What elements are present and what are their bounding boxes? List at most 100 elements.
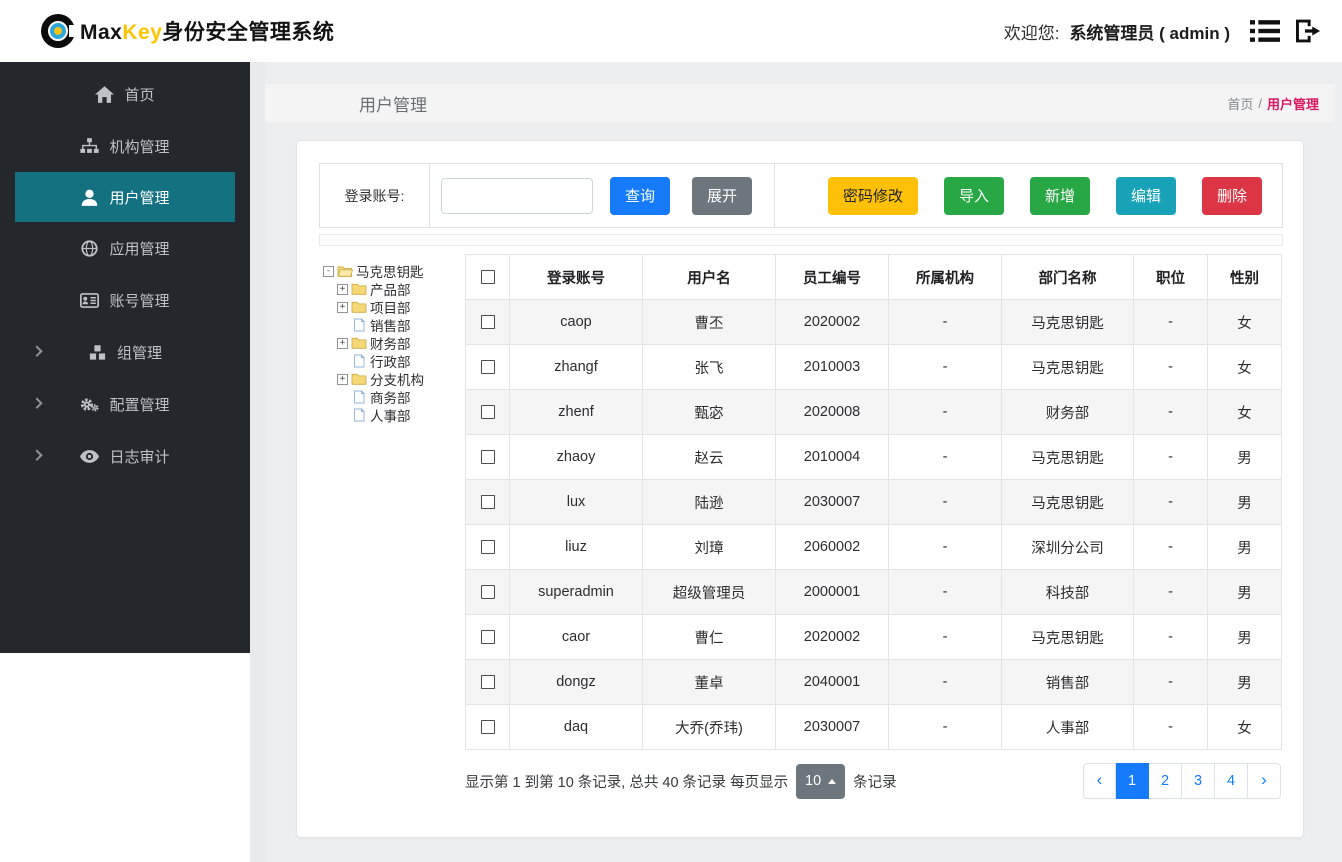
- sidebar-item-home[interactable]: 首页: [0, 68, 250, 120]
- action-button-2[interactable]: 新增: [1029, 176, 1090, 215]
- sidebar-item-idcard[interactable]: 账号管理: [0, 274, 250, 326]
- row-checkbox[interactable]: [480, 495, 495, 510]
- row-checkbox[interactable]: [480, 405, 495, 420]
- table-cell: 2020002: [775, 614, 889, 660]
- page-button-4[interactable]: 4: [1215, 763, 1248, 799]
- tree-node[interactable]: + 项目部: [337, 298, 465, 316]
- toolbar-strip: [319, 234, 1283, 246]
- select-all-checkbox[interactable]: [480, 270, 495, 285]
- row-checkbox[interactable]: [480, 540, 495, 555]
- action-button-0[interactable]: 密码修改: [827, 176, 918, 215]
- tree-node[interactable]: 商务部: [337, 388, 465, 406]
- breadcrumb-home-link[interactable]: 首页: [1227, 94, 1253, 113]
- row-checkbox-cell: [465, 434, 510, 480]
- table-header-row: 登录账号 用户名 员工编号 所属机构 部门名称 职位 性别: [465, 254, 1282, 300]
- page-button-1[interactable]: 1: [1116, 763, 1149, 799]
- table-cell: 科技部: [1001, 569, 1134, 615]
- table-cell: dongz: [509, 659, 643, 705]
- row-checkbox[interactable]: [480, 450, 495, 465]
- page-size-dropdown[interactable]: 10: [796, 763, 846, 799]
- table-cell: 陆逊: [642, 479, 776, 525]
- query-button[interactable]: 查询: [610, 176, 671, 215]
- list-icon[interactable]: [1248, 16, 1282, 46]
- breadcrumb-separator: /: [1258, 95, 1262, 111]
- sidebar-item-user[interactable]: 用户管理: [15, 172, 235, 222]
- idcard-icon: [80, 292, 100, 309]
- login-account-input[interactable]: [441, 177, 593, 214]
- table-cell: 深圳分公司: [1001, 524, 1134, 570]
- tree-node-label: 商务部: [370, 391, 411, 406]
- row-checkbox[interactable]: [480, 630, 495, 645]
- table-body: caop 曹丕 2020002- 马克思钥匙 - 女 zhangf 张飞 2010003- 马克思…: [465, 299, 1282, 750]
- table-cell: -: [1133, 479, 1208, 525]
- tree-node-label: 销售部: [370, 319, 411, 334]
- row-checkbox[interactable]: [480, 585, 495, 600]
- tree-expander-icon[interactable]: -: [323, 265, 334, 277]
- caret-up-icon: [828, 778, 837, 784]
- action-button-1[interactable]: 导入: [943, 176, 1004, 215]
- next-page-button[interactable]: ›: [1248, 763, 1281, 799]
- table-cell: -: [1133, 704, 1208, 750]
- tree-expander-icon[interactable]: +: [337, 301, 348, 313]
- app-header: MaxKey身份安全管理系统 欢迎您: 系统管理员 ( admin ): [0, 0, 1342, 62]
- tree-expander-icon[interactable]: +: [337, 373, 348, 385]
- logout-icon[interactable]: [1292, 16, 1326, 46]
- table-cell: zhaoy: [509, 434, 643, 480]
- brand: MaxKey身份安全管理系统: [40, 13, 334, 49]
- table-cell: 大乔(乔玮): [642, 704, 776, 750]
- file-icon: [351, 390, 367, 404]
- action-button-4[interactable]: 删除: [1201, 176, 1262, 215]
- row-checkbox[interactable]: [480, 360, 495, 375]
- page-button-2[interactable]: 2: [1149, 763, 1182, 799]
- tree-node[interactable]: + 财务部: [337, 334, 465, 352]
- sidebar-item-label: 用户管理: [109, 189, 170, 207]
- content-card: 登录账号: 查询 展开 密码修改 导入 新增 编辑 删除 - 马克思钥匙 + 产品部 + 项目部销…: [296, 140, 1304, 838]
- current-user-label: 系统管理员 ( admin ): [1069, 23, 1230, 43]
- sidebar-item-gears[interactable]: 配置管理: [0, 378, 250, 430]
- action-button-3[interactable]: 编辑: [1115, 176, 1176, 215]
- tree-node[interactable]: 行政部: [337, 352, 465, 370]
- tree-node[interactable]: 销售部: [337, 316, 465, 334]
- sidebar-item-label: 账号管理: [109, 292, 170, 310]
- table-cell: -: [1133, 614, 1208, 660]
- table-cell: -: [1133, 524, 1208, 570]
- table-cell: daq: [509, 704, 643, 750]
- tree-root-node[interactable]: - 马克思钥匙: [323, 262, 465, 280]
- page-button-3[interactable]: 3: [1182, 763, 1215, 799]
- table-row: liuz 刘璋 2060002- 深圳分公司 - 男: [465, 524, 1282, 570]
- tree-node[interactable]: + 产品部: [337, 280, 465, 298]
- sidebar-item-eye[interactable]: 日志审计: [0, 430, 250, 482]
- table-cell: 曹仁: [642, 614, 776, 660]
- table-cell: 马克思钥匙: [1001, 479, 1134, 525]
- table-cell: 马克思钥匙: [1001, 344, 1134, 390]
- chevron-right-icon: [31, 397, 43, 409]
- action-buttons: 密码修改 导入 新增 编辑 删除: [774, 164, 1282, 227]
- chevron-right-icon: [31, 449, 43, 461]
- tree-expander-icon[interactable]: +: [337, 283, 348, 295]
- table-cell: 2020002: [775, 299, 889, 345]
- users-table: 登录账号 用户名 员工编号 所属机构 部门名称 职位 性别 caop 曹丕 2020002- 马克…: [465, 254, 1282, 750]
- prev-page-button[interactable]: ‹: [1083, 763, 1116, 799]
- table-row: lux 陆逊 2030007- 马克思钥匙 - 男: [465, 479, 1282, 525]
- table-row: caop 曹丕 2020002- 马克思钥匙 - 女: [465, 299, 1282, 345]
- expand-button[interactable]: 展开: [692, 176, 753, 215]
- table-cell: 超级管理员: [642, 569, 776, 615]
- tree-node[interactable]: + 分支机构: [337, 370, 465, 388]
- tree-expander-icon[interactable]: +: [337, 337, 348, 349]
- sidebar-item-globe[interactable]: 应用管理: [0, 222, 250, 274]
- row-checkbox[interactable]: [480, 720, 495, 735]
- table-cell: 男: [1207, 614, 1282, 660]
- sidebar-item-label: 首页: [124, 86, 155, 104]
- table-cell: 男: [1207, 659, 1282, 705]
- tree-node[interactable]: 人事部: [337, 406, 465, 424]
- row-checkbox[interactable]: [480, 315, 495, 330]
- sidebar-item-cubes[interactable]: 组管理: [0, 326, 250, 378]
- table-cell: 2040001: [775, 659, 889, 705]
- table-row: zhenf 甄宓 2020008- 财务部 - 女: [465, 389, 1282, 435]
- sidebar-item-sitemap[interactable]: 机构管理: [0, 120, 250, 172]
- table-cell: -: [888, 479, 1002, 525]
- table-cell: 销售部: [1001, 659, 1134, 705]
- row-checkbox[interactable]: [480, 675, 495, 690]
- table-cell: -: [1133, 299, 1208, 345]
- login-account-label: 登录账号:: [320, 164, 430, 227]
